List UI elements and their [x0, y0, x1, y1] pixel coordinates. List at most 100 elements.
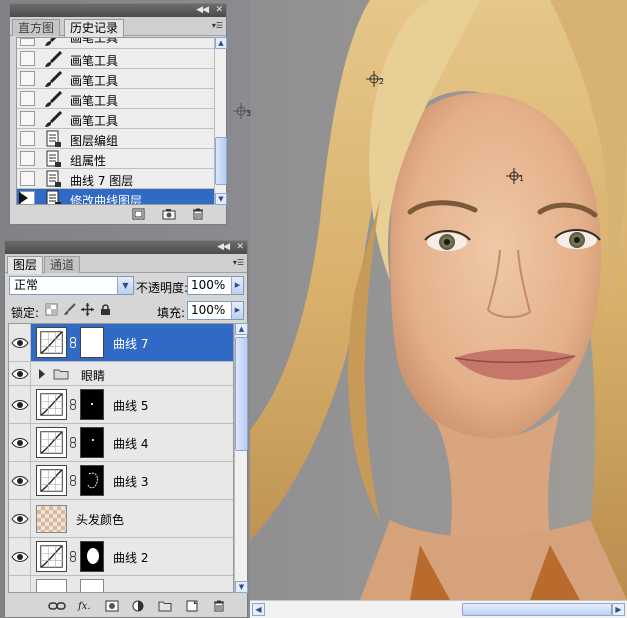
- new-layer-icon[interactable]: [185, 600, 199, 612]
- chevron-down-icon[interactable]: ▼: [117, 277, 133, 294]
- chevron-right-icon[interactable]: ▶: [231, 277, 243, 294]
- color-sampler-2[interactable]: 2: [366, 71, 384, 87]
- visibility-toggle[interactable]: [9, 576, 31, 592]
- new-document-icon[interactable]: [132, 208, 146, 220]
- collapse-icon[interactable]: ◀◀: [217, 242, 230, 253]
- panel-title-bar[interactable]: ◀◀ ✕: [5, 241, 247, 254]
- history-item[interactable]: 画笔工具: [17, 89, 215, 109]
- snapshot-source-checkbox[interactable]: [20, 51, 35, 66]
- scroll-down-icon[interactable]: ▼: [235, 581, 248, 593]
- scroll-thumb[interactable]: [235, 337, 248, 451]
- panel-title-bar[interactable]: ◀◀ ✕: [10, 4, 226, 17]
- chain-link-icon[interactable]: [70, 475, 76, 486]
- history-item[interactable]: 画笔工具: [17, 38, 215, 49]
- visibility-toggle[interactable]: [9, 424, 31, 461]
- tab-layers[interactable]: 图层: [7, 256, 44, 274]
- visibility-toggle[interactable]: [9, 538, 31, 575]
- chain-link-icon[interactable]: [70, 551, 76, 562]
- curves-adjustment-thumbnail[interactable]: [36, 465, 67, 496]
- layer-thumbnail[interactable]: [36, 579, 67, 592]
- collapse-icon[interactable]: ◀◀: [196, 5, 209, 16]
- history-item[interactable]: 组属性: [17, 149, 215, 169]
- snapshot-source-checkbox[interactable]: [20, 38, 35, 46]
- lock-pixels-brush-icon[interactable]: [63, 303, 76, 316]
- fill-input[interactable]: 100% ▶: [187, 301, 244, 320]
- layer-row-selected[interactable]: 曲线 7: [9, 324, 233, 362]
- adjustment-icon[interactable]: [132, 600, 146, 612]
- scroll-up-icon[interactable]: ▲: [215, 37, 227, 49]
- fx-icon[interactable]: fx.: [77, 599, 95, 611]
- panel-menu-icon[interactable]: ▾☰: [212, 21, 223, 30]
- document-horizontal-scrollbar[interactable]: ◀ ▶: [250, 600, 627, 618]
- close-icon[interactable]: ✕: [236, 242, 243, 253]
- history-item-label: 画笔工具: [70, 54, 119, 68]
- curves-adjustment-thumbnail[interactable]: [36, 389, 67, 420]
- curves-adjustment-thumbnail[interactable]: [36, 427, 67, 458]
- chevron-right-icon[interactable]: ▶: [231, 302, 243, 319]
- chain-link-icon[interactable]: [70, 437, 76, 448]
- snapshot-source-checkbox[interactable]: [20, 171, 35, 186]
- scroll-thumb[interactable]: [462, 603, 612, 616]
- layer-mask-thumbnail[interactable]: [80, 389, 104, 420]
- curves-adjustment-thumbnail[interactable]: [36, 541, 67, 572]
- layer-mask-thumbnail[interactable]: [80, 541, 104, 572]
- close-icon[interactable]: ✕: [215, 5, 222, 16]
- lock-transparency-icon[interactable]: [45, 303, 58, 316]
- tab-histogram[interactable]: 直方图: [12, 19, 61, 36]
- history-item[interactable]: 画笔工具: [17, 109, 215, 129]
- layer-row[interactable]: 曲线 5: [9, 386, 233, 424]
- lock-position-move-icon[interactable]: [81, 303, 94, 316]
- snapshot-source-checkbox[interactable]: [20, 111, 35, 126]
- layer-thumbnail[interactable]: [36, 505, 67, 533]
- history-item[interactable]: 画笔工具: [17, 49, 215, 69]
- layer-mask-thumbnail[interactable]: [80, 427, 104, 458]
- layer-row-partial[interactable]: [9, 576, 233, 592]
- layer-mask-thumbnail[interactable]: [80, 465, 104, 496]
- visibility-toggle[interactable]: [9, 362, 31, 385]
- tab-channels[interactable]: 通道: [44, 256, 81, 273]
- color-sampler-1[interactable]: 1: [506, 168, 524, 184]
- snapshot-source-checkbox[interactable]: [20, 131, 35, 146]
- layer-mask-thumbnail[interactable]: [80, 579, 104, 592]
- expand-triangle-icon[interactable]: [39, 369, 45, 379]
- add-mask-icon[interactable]: [105, 600, 119, 612]
- history-item[interactable]: 曲线 7 图层: [17, 169, 215, 189]
- history-item-selected[interactable]: 修改曲线图层: [17, 189, 215, 204]
- visibility-toggle[interactable]: [9, 386, 31, 423]
- layer-row[interactable]: 曲线 3: [9, 462, 233, 500]
- color-sampler-3[interactable]: 3: [233, 103, 251, 119]
- layers-scrollbar[interactable]: ▲ ▼: [234, 323, 248, 593]
- group-folder-icon[interactable]: [158, 600, 172, 612]
- layer-row[interactable]: 头发颜色: [9, 500, 233, 538]
- history-item[interactable]: 画笔工具: [17, 69, 215, 89]
- trash-icon[interactable]: [191, 208, 205, 220]
- curves-adjustment-thumbnail[interactable]: [36, 327, 67, 358]
- chain-link-icon[interactable]: [70, 337, 76, 348]
- lock-all-icon[interactable]: [99, 303, 112, 316]
- visibility-toggle[interactable]: [9, 500, 31, 537]
- scroll-thumb[interactable]: [215, 137, 227, 185]
- tab-history[interactable]: 历史记录: [64, 19, 125, 37]
- history-scrollbar[interactable]: ▲ ▼: [214, 37, 227, 205]
- scroll-up-icon[interactable]: ▲: [235, 323, 248, 335]
- portrait-photo[interactable]: 1: [250, 0, 627, 600]
- panel-menu-icon[interactable]: ▾☰: [233, 258, 244, 267]
- layer-row[interactable]: 曲线 2: [9, 538, 233, 576]
- layer-row[interactable]: 曲线 4: [9, 424, 233, 462]
- snapshot-source-checkbox[interactable]: [20, 151, 35, 166]
- trash-icon[interactable]: [212, 600, 226, 612]
- visibility-toggle[interactable]: [9, 462, 31, 499]
- visibility-toggle[interactable]: [9, 324, 31, 361]
- history-item[interactable]: 图层编组: [17, 129, 215, 149]
- snapshot-source-checkbox[interactable]: [20, 71, 35, 86]
- opacity-input[interactable]: 100% ▶: [187, 276, 244, 295]
- scroll-left-icon[interactable]: ◀: [252, 603, 265, 616]
- link-icon[interactable]: [48, 600, 66, 612]
- snapshot-camera-icon[interactable]: [162, 208, 176, 220]
- scroll-right-icon[interactable]: ▶: [612, 603, 625, 616]
- layer-mask-thumbnail[interactable]: [80, 327, 104, 358]
- layer-group-row[interactable]: 眼睛: [9, 362, 233, 386]
- blend-mode-select[interactable]: 正常 ▼: [9, 276, 134, 295]
- chain-link-icon[interactable]: [70, 399, 76, 410]
- snapshot-source-checkbox[interactable]: [20, 91, 35, 106]
